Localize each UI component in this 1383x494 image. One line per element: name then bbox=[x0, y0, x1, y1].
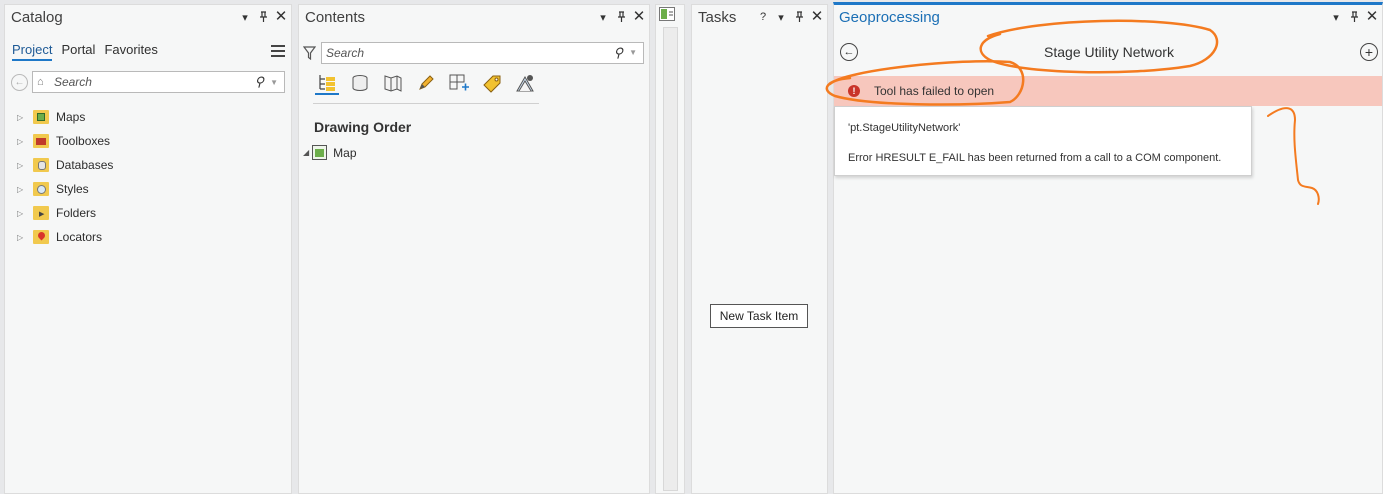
database-folder-icon bbox=[33, 158, 49, 172]
back-icon[interactable]: ← bbox=[11, 73, 28, 91]
catalog-tree: ▷ Maps ▷ Toolboxes ▷ Databases ▷ Styles … bbox=[17, 105, 113, 249]
tree-item-label: Maps bbox=[56, 110, 86, 124]
catalog-menu-icon[interactable] bbox=[271, 45, 285, 57]
error-banner[interactable]: ! Tool has failed to open bbox=[834, 76, 1382, 106]
catalog-header: Catalog ▾ ✕ bbox=[5, 5, 291, 31]
pin-icon[interactable] bbox=[793, 10, 805, 24]
geoprocessing-nav: ← Stage Utility Network + bbox=[840, 43, 1378, 63]
tree-item-folders[interactable]: ▷ ▶ Folders bbox=[17, 201, 113, 225]
expand-icon[interactable]: ▷ bbox=[17, 137, 27, 146]
collapsed-pane bbox=[655, 4, 685, 494]
help-icon[interactable]: ? bbox=[757, 10, 769, 24]
toolbar-divider bbox=[313, 103, 539, 104]
tree-item-label: Databases bbox=[56, 158, 114, 172]
close-icon[interactable]: ✕ bbox=[811, 9, 824, 24]
expand-icon[interactable]: ▷ bbox=[17, 185, 27, 194]
pane-options-icon[interactable]: ▾ bbox=[597, 10, 609, 24]
map-layer-label: Map bbox=[333, 145, 357, 160]
close-icon[interactable]: ✕ bbox=[275, 9, 288, 24]
tree-item-styles[interactable]: ▷ Styles bbox=[17, 177, 113, 201]
error-detail-tooltip: 'pt.StageUtilityNetwork' Error HRESULT E… bbox=[834, 106, 1252, 176]
tree-item-label: Styles bbox=[56, 182, 89, 196]
catalog-title: Catalog bbox=[11, 9, 63, 26]
search-icon[interactable]: ⚲ bbox=[614, 45, 624, 61]
selection-icon[interactable] bbox=[381, 71, 405, 95]
tree-item-label: Toolboxes bbox=[56, 134, 111, 148]
chevron-down-icon[interactable]: ▼ bbox=[270, 78, 278, 87]
contents-search-box: ⚲ ▼ bbox=[321, 41, 644, 64]
geoprocessing-title: Geoprocessing bbox=[839, 9, 940, 26]
pin-icon[interactable] bbox=[615, 10, 627, 24]
map-layer-row[interactable]: ◢ Map bbox=[303, 145, 357, 160]
home-icon: ⌂ bbox=[37, 76, 44, 88]
tree-item-label: Locators bbox=[56, 230, 103, 244]
contents-pane: Contents ▾ ✕ ⚲ ▼ bbox=[298, 4, 823, 494]
tree-item-databases[interactable]: ▷ Databases bbox=[17, 153, 113, 177]
contents-search-input[interactable] bbox=[322, 45, 614, 60]
catalog-search-box: ⌂ ⚲ ▼ bbox=[32, 71, 285, 93]
contents-toolbar bbox=[315, 71, 537, 95]
table-icon[interactable] bbox=[659, 7, 675, 21]
expand-icon[interactable]: ▷ bbox=[17, 161, 27, 170]
pin-icon[interactable] bbox=[257, 10, 269, 24]
pane-options-icon[interactable]: ▾ bbox=[239, 10, 251, 24]
tree-item-maps[interactable]: ▷ Maps bbox=[17, 105, 113, 129]
error-detail-message: Error HRESULT E_FAIL has been returned f… bbox=[848, 152, 1222, 164]
tasks-title: Tasks bbox=[698, 9, 737, 26]
tab-project[interactable]: Project bbox=[12, 42, 53, 61]
expand-icon[interactable]: ▷ bbox=[17, 209, 27, 218]
tree-item-locators[interactable]: ▷ Locators bbox=[17, 225, 113, 249]
contents-search-row: ⚲ ▼ bbox=[302, 41, 644, 64]
new-task-item-button[interactable]: New Task Item bbox=[710, 304, 808, 328]
close-icon[interactable]: ✕ bbox=[633, 9, 646, 24]
editing-icon[interactable] bbox=[414, 71, 438, 95]
tasks-header: Tasks ? ▾ ✕ bbox=[692, 5, 827, 31]
tab-portal[interactable]: Portal bbox=[61, 42, 95, 61]
perspective-imagery-icon[interactable] bbox=[513, 71, 537, 95]
expand-icon[interactable]: ▷ bbox=[17, 113, 27, 122]
tree-item-label: Folders bbox=[56, 206, 97, 220]
error-detail-tool-name: 'pt.StageUtilityNetwork' bbox=[848, 122, 961, 134]
contents-title: Contents bbox=[305, 9, 366, 26]
snapping-icon[interactable] bbox=[447, 71, 471, 95]
catalog-search-input[interactable] bbox=[49, 75, 255, 89]
catalog-tabs: Project Portal Favorites bbox=[12, 42, 158, 61]
contents-header: Contents ▾ ✕ bbox=[299, 5, 649, 31]
add-icon[interactable]: + bbox=[1360, 43, 1378, 61]
search-icon[interactable]: ⚲ bbox=[255, 74, 265, 90]
catalog-search-row: ← ⌂ ⚲ ▼ bbox=[11, 71, 285, 93]
drawing-order-heading: Drawing Order bbox=[314, 119, 412, 135]
drawing-order-icon[interactable] bbox=[315, 71, 339, 95]
locator-folder-icon bbox=[33, 230, 49, 244]
expand-icon[interactable]: ▷ bbox=[17, 233, 27, 242]
labeling-icon[interactable] bbox=[480, 71, 504, 95]
close-icon[interactable]: ✕ bbox=[1366, 9, 1379, 24]
vertical-scrollbar[interactable] bbox=[663, 27, 678, 491]
maps-folder-icon bbox=[33, 110, 49, 124]
tool-title: Stage Utility Network bbox=[1044, 44, 1174, 60]
tab-favorites[interactable]: Favorites bbox=[104, 42, 157, 61]
styles-folder-icon bbox=[33, 182, 49, 196]
pin-icon[interactable] bbox=[1348, 10, 1360, 24]
pane-options-icon[interactable]: ▾ bbox=[1330, 10, 1342, 24]
collapse-icon[interactable]: ◢ bbox=[303, 148, 309, 157]
geoprocessing-header: Geoprocessing ▾ ✕ bbox=[834, 5, 1382, 31]
pane-options-icon[interactable]: ▾ bbox=[775, 10, 787, 24]
tree-item-toolboxes[interactable]: ▷ Toolboxes bbox=[17, 129, 113, 153]
filter-icon[interactable] bbox=[302, 45, 317, 60]
chevron-down-icon[interactable]: ▼ bbox=[629, 48, 637, 57]
catalog-pane: Catalog ▾ ✕ Project Portal Favorites ← ⌂… bbox=[4, 4, 292, 494]
toolbox-folder-icon bbox=[33, 134, 49, 148]
error-icon: ! bbox=[848, 85, 860, 97]
map-icon bbox=[312, 145, 328, 160]
tasks-pane: Tasks ? ▾ ✕ New Task Item bbox=[691, 4, 828, 494]
data-source-icon[interactable] bbox=[348, 71, 372, 95]
folder-icon: ▶ bbox=[33, 206, 49, 220]
geoprocessing-pane: Geoprocessing ▾ ✕ ← Stage Utility Networ… bbox=[833, 2, 1383, 494]
error-message: Tool has failed to open bbox=[874, 84, 995, 98]
